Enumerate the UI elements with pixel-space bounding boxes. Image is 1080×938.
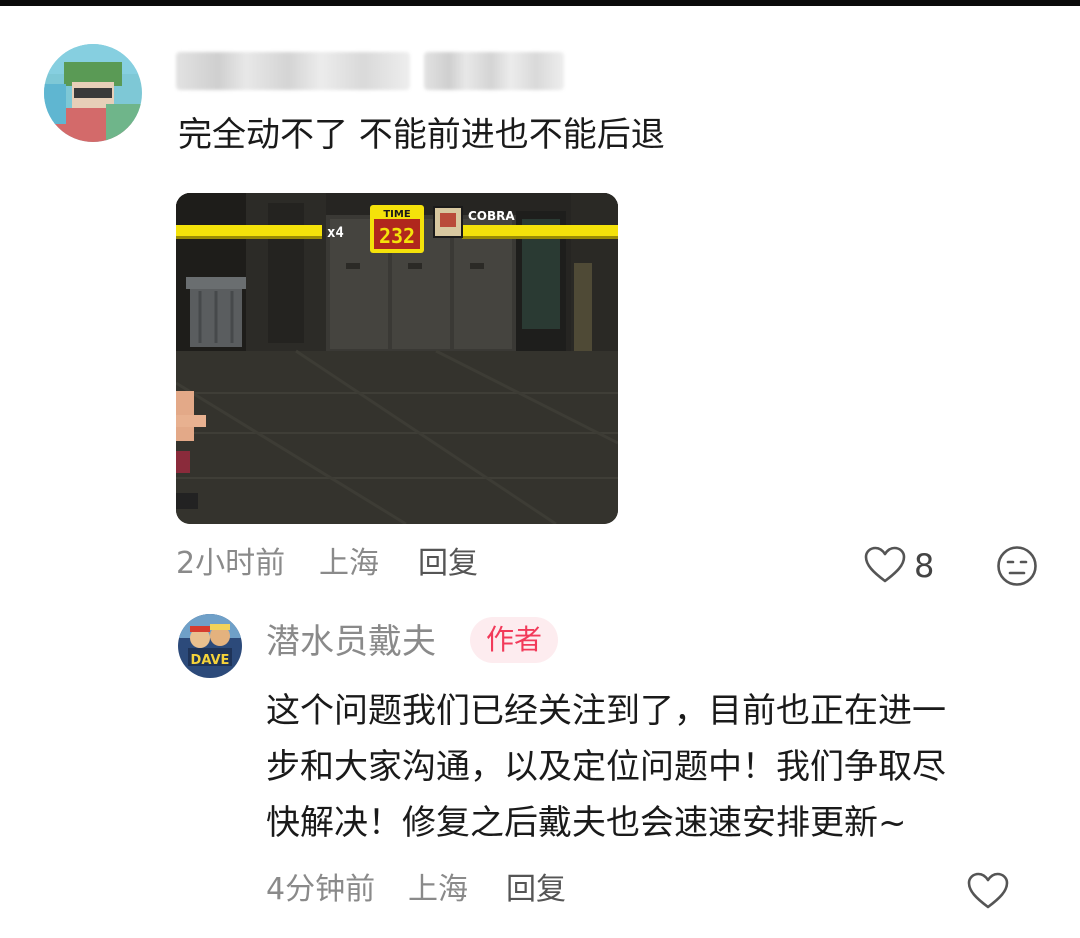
author-avatar[interactable]: DAVE	[178, 614, 242, 678]
top-edge-bar	[0, 0, 1080, 6]
reply-author-name[interactable]: 潜水员戴夫	[266, 620, 436, 664]
reply-text-line: 这个问题我们已经关注到了，目前也正在进一	[266, 691, 946, 731]
hud-time-label: TIME	[383, 209, 410, 220]
hud-lives: x4	[327, 225, 344, 241]
comment-text: 完全动不了 不能前进也不能后退	[178, 115, 665, 155]
commenter-name-redacted	[176, 52, 410, 90]
reply-like-heart-icon[interactable]	[967, 872, 1009, 910]
hud-time-value: 232	[379, 224, 415, 248]
avatar-logo-text: DAVE	[191, 653, 230, 668]
game-screenshot: x4 TIME 232 COBRA	[176, 193, 618, 524]
hud-enemy-name: COBRA	[468, 209, 515, 223]
like-heart-icon[interactable]	[864, 546, 906, 584]
commenter-tag-redacted	[424, 52, 564, 90]
reply-text: 这个问题我们已经关注到了，目前也正在进一 步和大家沟通，以及定位问题中！我们争取…	[266, 683, 1056, 851]
commenter-avatar[interactable]	[44, 44, 142, 142]
like-count: 8	[914, 547, 935, 585]
reply-text-line: 步和大家沟通，以及定位问题中！我们争取尽	[266, 747, 946, 787]
author-badge: 作者	[470, 617, 558, 663]
reply-location: 上海	[408, 872, 468, 907]
reaction-emoji-icon[interactable]	[996, 545, 1038, 587]
comment-image[interactable]: x4 TIME 232 COBRA	[176, 193, 618, 524]
dave-avatar-art: DAVE	[178, 614, 242, 678]
comment-reply-button[interactable]: 回复	[418, 544, 478, 584]
reply-reply-button[interactable]: 回复	[506, 870, 566, 910]
comment-location: 上海	[319, 546, 379, 581]
reply-time: 4分钟前	[266, 872, 376, 907]
comment-time: 2小时前	[176, 546, 286, 581]
reply-text-line: 快解决！修复之后戴夫也会速速安排更新~	[266, 803, 907, 843]
